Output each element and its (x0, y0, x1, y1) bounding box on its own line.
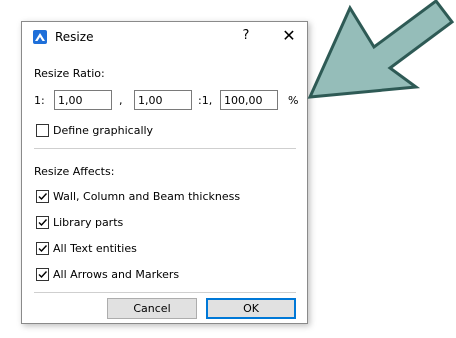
annotation-arrow-icon (307, 0, 455, 99)
